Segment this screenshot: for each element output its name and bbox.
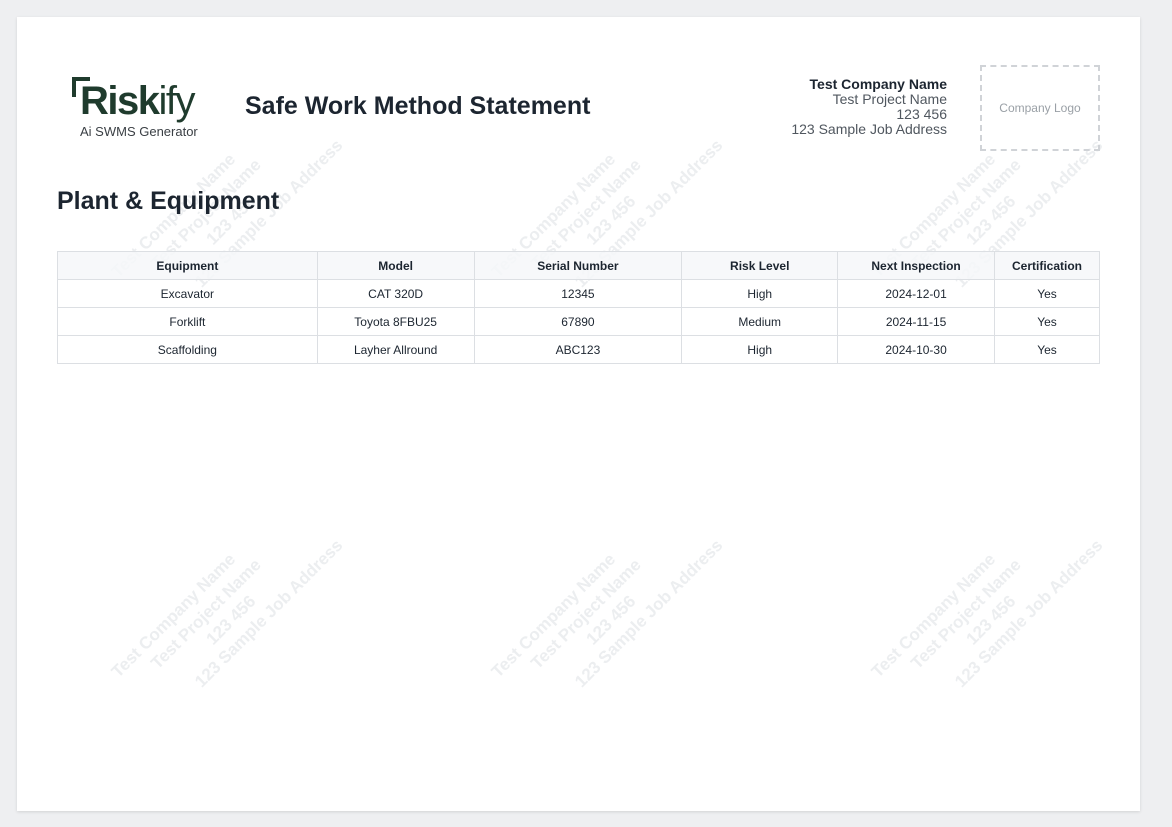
project-number: 123 456 (896, 106, 947, 122)
riskify-logo: Riskify Ai SWMS Generator (72, 77, 212, 147)
document-title: Safe Work Method Statement (245, 92, 591, 120)
company-logo-label: Company Logo (999, 101, 1081, 115)
cell-next-inspection: 2024-10-30 (837, 335, 995, 364)
company-name: Test Company Name (809, 76, 947, 92)
cell-model: Layher Allround (316, 335, 475, 364)
logo-text-light: ify (158, 79, 196, 123)
column-header-risk-level: Risk Level (681, 251, 839, 280)
project-name: Test Project Name (832, 91, 947, 107)
section-title: Plant & Equipment (57, 187, 280, 215)
table-row: Scaffolding Layher Allround ABC123 High … (57, 335, 1100, 364)
logo-wordmark: Riskify (80, 77, 196, 125)
watermark-project: Test Project Name (527, 555, 645, 673)
watermark-project: Test Project Name (907, 555, 1025, 673)
cell-risk-level: High (681, 335, 839, 364)
table-row: Forklift Toyota 8FBU25 67890 Medium 2024… (57, 307, 1100, 336)
column-header-certification: Certification (994, 251, 1100, 280)
watermark-number: 123 456 (202, 591, 260, 649)
cell-equipment: Excavator (57, 279, 318, 308)
column-header-model: Model (316, 251, 475, 280)
cell-next-inspection: 2024-12-01 (837, 279, 995, 308)
cell-model: CAT 320D (316, 279, 475, 308)
watermark: Test Company Name Test Project Name 123 … (487, 483, 727, 709)
cell-model: Toyota 8FBU25 (316, 307, 475, 336)
cell-serial-number: ABC123 (473, 335, 683, 364)
cell-risk-level: High (681, 279, 839, 308)
cell-certification: Yes (994, 279, 1100, 308)
logo-tagline: Ai SWMS Generator (80, 124, 198, 139)
table-header-row: Equipment Model Serial Number Risk Level… (57, 251, 1100, 280)
document-page: Test Company Name Test Project Name 123 … (17, 17, 1140, 811)
logo-text-bold: Risk (80, 79, 160, 123)
watermark-company: Test Company Name (867, 549, 1000, 682)
watermark-project: Test Project Name (147, 555, 265, 673)
cell-equipment: Forklift (57, 307, 318, 336)
document-header: Riskify Ai SWMS Generator Safe Work Meth… (17, 17, 1140, 167)
table-row: Excavator CAT 320D 12345 High 2024-12-01… (57, 279, 1100, 308)
cell-serial-number: 67890 (473, 307, 683, 336)
watermark-address: 123 Sample Job Address (951, 535, 1107, 692)
company-info: Test Company Name Test Project Name 123 … (791, 77, 947, 137)
column-header-next-inspection: Next Inspection (837, 251, 995, 280)
cell-certification: Yes (994, 307, 1100, 336)
equipment-table: Equipment Model Serial Number Risk Level… (57, 251, 1100, 364)
job-address: 123 Sample Job Address (791, 121, 947, 137)
cell-certification: Yes (994, 335, 1100, 364)
column-header-equipment: Equipment (57, 251, 318, 280)
cell-next-inspection: 2024-11-15 (837, 307, 995, 336)
cell-risk-level: Medium (681, 307, 839, 336)
watermark-number: 123 456 (962, 591, 1020, 649)
watermark: Test Company Name Test Project Name 123 … (107, 483, 347, 709)
watermark: Test Company Name Test Project Name 123 … (867, 483, 1107, 709)
cell-serial-number: 12345 (473, 279, 683, 308)
watermark-company: Test Company Name (107, 549, 240, 682)
column-header-serial-number: Serial Number (473, 251, 683, 280)
company-logo-placeholder: Company Logo (980, 65, 1100, 151)
watermark-company: Test Company Name (487, 549, 620, 682)
watermark-address: 123 Sample Job Address (571, 535, 727, 692)
watermark-address: 123 Sample Job Address (191, 535, 347, 692)
watermark-number: 123 456 (582, 591, 640, 649)
cell-equipment: Scaffolding (57, 335, 318, 364)
